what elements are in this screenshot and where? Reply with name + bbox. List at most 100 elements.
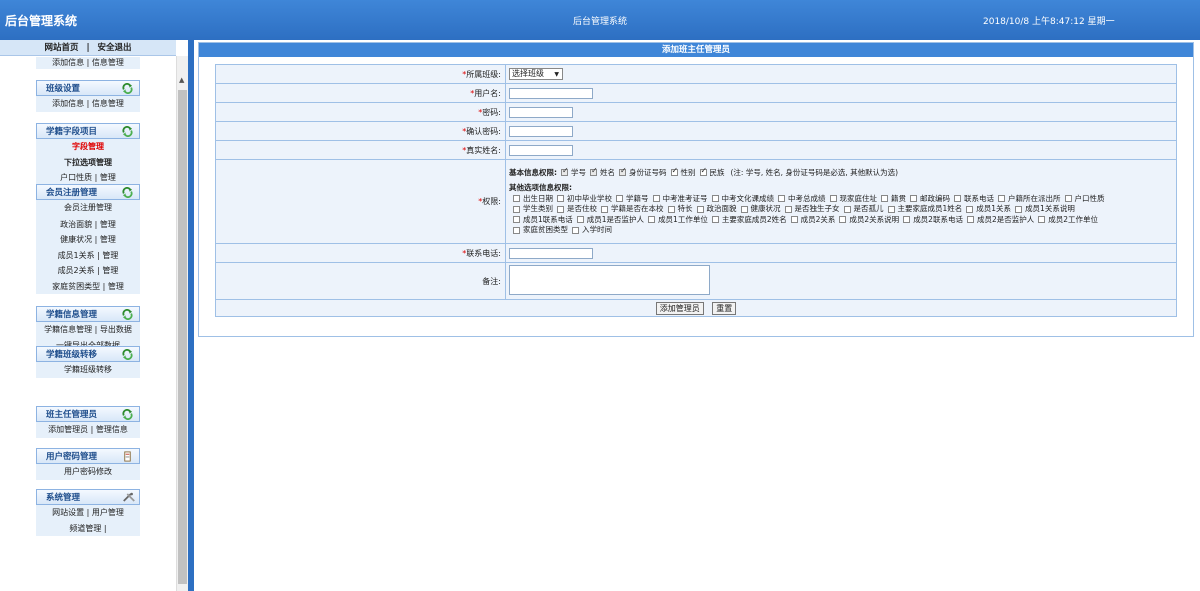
permission-checkbox[interactable] <box>616 195 623 202</box>
confirm-password-input[interactable] <box>509 125 573 137</box>
permission-checkbox[interactable] <box>670 166 678 177</box>
document-icon <box>122 451 133 462</box>
sidebar-item[interactable]: 下拉选项管理 <box>36 155 140 171</box>
sidebar-item[interactable]: 添加管理员 | 管理信息 <box>36 422 140 438</box>
page-title: 添加班主任管理员 <box>199 43 1193 57</box>
permission-checkbox[interactable] <box>998 195 1005 202</box>
confirm-password-label: 确认密码: <box>466 126 501 136</box>
permission-row: 出生日期 初中毕业学校 学籍号 中考准考证号 中考文化课成绩 中考总成绩 现家庭住址 籍贯 邮政… <box>509 194 1176 205</box>
sidebar-item[interactable]: 成员2关系 | 管理 <box>36 263 140 279</box>
sidebar-item[interactable]: 成员1关系 | 管理 <box>36 248 140 264</box>
refresh-icon <box>122 309 133 320</box>
sidebar-item[interactable]: 学籍班级转移 <box>36 362 140 378</box>
permission-checkbox[interactable] <box>740 205 748 213</box>
permission-checkbox[interactable] <box>843 205 851 213</box>
sidebar-group-header[interactable]: 班级设置 <box>36 80 140 96</box>
permission-checkbox[interactable] <box>576 216 584 223</box>
permission-checkbox[interactable] <box>839 216 847 223</box>
permission-checkbox[interactable] <box>619 166 627 177</box>
permission-checkbox[interactable] <box>648 216 656 223</box>
sidebar-group-header[interactable]: 班主任管理员 <box>36 406 140 422</box>
permission-checkbox[interactable] <box>652 195 660 202</box>
permission-checkbox[interactable] <box>572 226 579 234</box>
permission-checkbox[interactable] <box>1038 216 1046 223</box>
permission-checkbox[interactable] <box>513 195 520 202</box>
permission-checkbox[interactable] <box>829 195 837 202</box>
username-input[interactable] <box>509 87 593 99</box>
scroll-up-arrow-icon[interactable]: ▲ <box>179 76 184 84</box>
permission-checkbox[interactable] <box>513 226 520 234</box>
permission-checkbox[interactable] <box>696 205 704 213</box>
class-select[interactable]: 选择班级 ▼ <box>509 68 563 80</box>
permission-label: 成员2是否监护人 <box>976 214 1035 224</box>
permission-checkbox[interactable] <box>910 195 917 202</box>
sidebar-group-header[interactable]: 会员注册管理 <box>36 184 140 200</box>
add-admin-button[interactable]: 添加管理员 <box>655 301 704 315</box>
sidebar-item[interactable]: 字段管理 <box>36 139 140 155</box>
permission-checkbox[interactable] <box>601 205 608 213</box>
sidebar-item[interactable]: 用户密码修改 <box>36 464 140 480</box>
permission-checkbox[interactable] <box>711 216 719 223</box>
permission-label: 健康状况 <box>750 204 781 213</box>
permission-checkbox[interactable] <box>790 216 798 223</box>
permission-checkbox[interactable] <box>887 205 895 213</box>
phone-input[interactable] <box>509 247 593 259</box>
permission-label: 主要家庭成员1姓名 <box>897 204 963 213</box>
sidebar-group-header[interactable]: 学籍信息管理 <box>36 306 140 322</box>
permission-checkbox[interactable] <box>667 205 675 213</box>
permission-checkbox[interactable] <box>561 166 569 177</box>
sidebar-item[interactable]: 会员注册管理 <box>36 200 140 216</box>
permission-checkbox[interactable] <box>1015 205 1023 213</box>
permission-checkbox[interactable] <box>1064 195 1072 202</box>
sidebar-item[interactable]: 添加信息 | 信息管理 <box>36 96 140 112</box>
permission-label: 成员1联系电话 <box>523 214 573 224</box>
sidebar-item[interactable]: 网站设置 | 用户管理 <box>36 505 140 521</box>
logout-link[interactable]: 安全退出 <box>98 43 132 53</box>
note-textarea[interactable] <box>509 265 710 295</box>
sidebar-group-header[interactable]: 学籍班级转移 <box>36 346 140 362</box>
refresh-icon <box>122 126 133 137</box>
sidebar-item[interactable]: 政治面貌 | 管理 <box>36 217 140 233</box>
permission-label: 户籍所在派出所 <box>1008 193 1061 203</box>
realname-input[interactable] <box>509 144 573 156</box>
permission-label: 主要家庭成员2姓名 <box>721 214 787 224</box>
password-input[interactable] <box>509 106 573 118</box>
sidebar-scrollbar[interactable]: ▲ ▼ <box>176 56 188 591</box>
permission-checkbox[interactable] <box>590 166 598 177</box>
form-row-class: *所属班级: 选择班级 ▼ <box>215 64 1177 84</box>
permission-label: 家庭贫困类型 <box>523 225 568 234</box>
permission-checkbox[interactable] <box>966 205 974 213</box>
permission-label: 姓名 <box>600 167 615 177</box>
sidebar-item[interactable]: 健康状况 | 管理 <box>36 232 140 248</box>
permission-checkbox[interactable] <box>557 205 564 213</box>
class-label: 所属班级: <box>466 69 501 79</box>
permission-checkbox[interactable] <box>711 195 719 202</box>
sidebar-group-header[interactable]: 系统管理 <box>36 489 140 505</box>
sidebar-item[interactable]: 学籍信息管理 | 导出数据 <box>36 322 140 338</box>
sidebar-group-header[interactable]: 学籍字段项目 <box>36 123 140 139</box>
scrollbar-thumb[interactable] <box>178 90 187 584</box>
permission-checkbox[interactable] <box>784 205 792 213</box>
sidebar-group-body: 会员注册管理 <box>36 200 140 216</box>
basic-permissions-title: 基本信息权限: <box>509 167 557 177</box>
sidebar-group-title: 会员注册管理 <box>46 188 98 198</box>
reset-button[interactable]: 重置 <box>712 301 737 315</box>
permission-checkbox[interactable] <box>966 216 974 223</box>
permission-checkbox[interactable] <box>778 195 785 202</box>
permission-checkbox[interactable] <box>881 195 888 202</box>
permission-checkbox[interactable] <box>513 205 520 213</box>
permission-checkbox[interactable] <box>513 216 520 223</box>
permission-checkbox[interactable] <box>557 195 564 202</box>
sidebar-item[interactable]: 频道管理 | <box>36 521 140 537</box>
home-link[interactable]: 网站首页 <box>44 43 78 53</box>
permission-label: 特长 <box>677 204 693 213</box>
phone-label: 联系电话: <box>466 248 501 258</box>
permission-checkbox[interactable] <box>903 216 911 223</box>
sidebar-item[interactable]: 家庭贫困类型 | 管理 <box>36 279 140 295</box>
sidebar-group-header[interactable]: 用户密码管理 <box>36 448 140 464</box>
sidebar-first-links[interactable]: 添加信息 | 信息管理 <box>36 57 140 69</box>
permission-checkbox[interactable] <box>954 195 961 202</box>
permission-checkbox[interactable] <box>699 166 707 177</box>
permission-label: 中考总成绩 <box>788 193 826 203</box>
app-title: 后台管理系统 <box>5 14 78 28</box>
